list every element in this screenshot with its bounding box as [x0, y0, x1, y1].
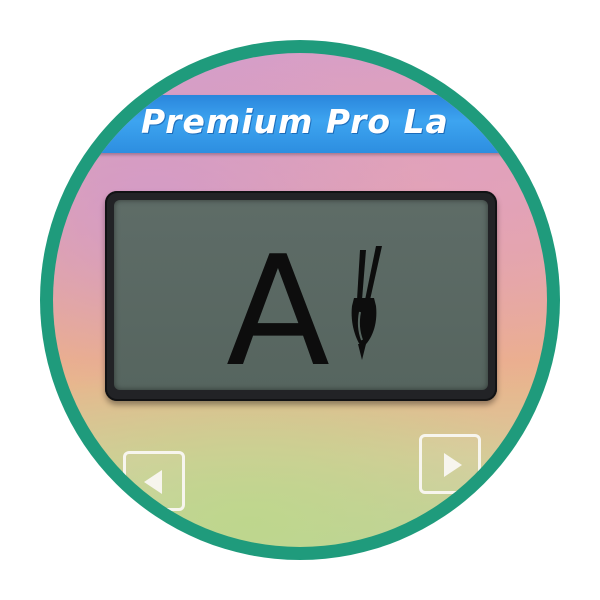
- next-button[interactable]: [419, 434, 481, 494]
- lcd-display: A: [105, 191, 497, 401]
- paintbrush-icon: [351, 246, 382, 360]
- previous-button[interactable]: [123, 451, 185, 511]
- lcd-screen: A: [114, 200, 488, 390]
- device-panel: Premium Pro La A: [53, 53, 547, 547]
- arrow-right-icon: [444, 453, 462, 477]
- brand-banner: Premium Pro La: [53, 95, 533, 153]
- arrow-left-icon: [144, 470, 162, 494]
- display-character: A: [226, 223, 330, 400]
- brand-title: Premium Pro La: [141, 102, 449, 141]
